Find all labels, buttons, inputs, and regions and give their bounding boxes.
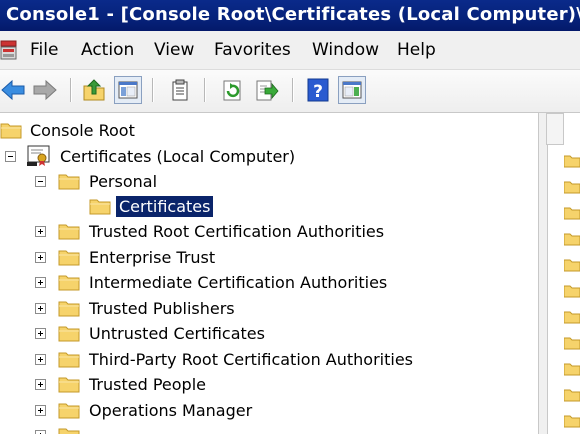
mmc-console-icon[interactable] — [0, 39, 18, 61]
folder-icon — [58, 401, 80, 419]
tree-item-label: Enterprise Trust — [89, 248, 216, 267]
scrollbar-top[interactable] — [546, 113, 564, 145]
tree-item-label: Trusted People — [89, 375, 206, 394]
tree-item-label: Operations Manager — [89, 401, 253, 420]
expand-toggle[interactable] — [35, 328, 46, 339]
folder-icon — [564, 361, 580, 376]
folder-icon — [58, 299, 80, 317]
export-list-icon[interactable] — [252, 76, 280, 104]
folder-icon — [564, 335, 580, 350]
folder-icon — [564, 257, 580, 272]
tree-item-partial[interactable] — [0, 423, 538, 434]
tree-item-label: Intermediate Certification Authorities — [89, 273, 388, 292]
menu-help[interactable]: Help — [397, 40, 436, 60]
menu-window[interactable]: Window — [312, 40, 379, 60]
window-title: Console1 - [Console Root\Certificates (L… — [6, 4, 580, 25]
tree-item-untrusted-certificates[interactable]: Untrusted Certificates — [0, 321, 538, 347]
tree-item-label: Trusted Root Certification Authorities — [89, 222, 385, 241]
tree-item-label: Personal — [89, 172, 158, 191]
expand-toggle[interactable] — [35, 354, 46, 365]
expand-toggle[interactable] — [35, 303, 46, 314]
folder-icon — [58, 248, 80, 266]
folder-icon — [564, 153, 580, 168]
toolbar: ? — [0, 70, 580, 113]
tree-item-enterprise-trust[interactable]: Enterprise Trust — [0, 245, 538, 271]
folder-icon — [564, 309, 580, 324]
expand-toggle[interactable] — [35, 379, 46, 390]
folder-icon — [58, 273, 80, 291]
toolbar-separator — [152, 78, 154, 102]
menu-favorites[interactable]: Favorites — [214, 40, 291, 60]
folder-icon — [0, 121, 22, 139]
tree-item-label: Trusted Publishers — [89, 299, 235, 318]
folder-icon — [564, 413, 580, 428]
folder-icon — [58, 375, 80, 393]
tree-item-third-party-root-certification-authorities[interactable]: Third-Party Root Certification Authoriti… — [0, 347, 538, 373]
results-pane[interactable] — [564, 113, 580, 434]
tree-item-trusted-people[interactable]: Trusted People — [0, 372, 538, 398]
pane-splitter[interactable] — [538, 113, 548, 434]
refresh-icon[interactable] — [218, 76, 246, 104]
expand-toggle[interactable] — [35, 252, 46, 263]
expand-toggle[interactable] — [35, 277, 46, 288]
tree-item-label-selected: Certificates — [116, 196, 214, 217]
tree-item-certificates[interactable]: Certificates — [0, 194, 538, 220]
show-hide-action-pane-icon[interactable] — [338, 76, 366, 104]
show-hide-console-tree-icon[interactable] — [114, 76, 142, 104]
tree-item-trusted-publishers[interactable]: Trusted Publishers — [0, 296, 538, 322]
folder-icon — [564, 179, 580, 194]
tree-item-personal[interactable]: Personal — [0, 169, 538, 195]
tree-item-certificates-local-computer[interactable]: Certificates (Local Computer) — [0, 144, 538, 170]
menu-bar: File Action View Favorites Window Help — [0, 31, 580, 70]
folder-icon — [58, 350, 80, 368]
folder-icon — [58, 426, 80, 434]
folder-icon — [89, 197, 111, 215]
tree-item-label: Console Root — [30, 121, 135, 140]
certificate-snapin-icon — [27, 145, 51, 167]
collapse-toggle[interactable] — [35, 176, 46, 187]
svg-text:?: ? — [313, 82, 323, 102]
toolbar-separator — [70, 78, 72, 102]
console-tree[interactable]: Console Root Certificates (Local Compute… — [0, 113, 538, 434]
back-icon[interactable] — [0, 76, 28, 104]
folder-icon — [564, 387, 580, 402]
expand-toggle[interactable] — [35, 226, 46, 237]
tree-item-label: Certificates (Local Computer) — [60, 147, 296, 166]
folder-icon — [564, 283, 580, 298]
help-icon[interactable]: ? — [304, 76, 332, 104]
menu-file[interactable]: File — [30, 40, 58, 60]
tree-item-console-root[interactable]: Console Root — [0, 118, 538, 144]
properties-icon[interactable] — [166, 76, 194, 104]
menu-action[interactable]: Action — [81, 40, 134, 60]
folder-icon — [58, 222, 80, 240]
expand-toggle[interactable] — [35, 430, 46, 434]
tree-item-intermediate-certification-authorities[interactable]: Intermediate Certification Authorities — [0, 270, 538, 296]
tree-item-label: Third-Party Root Certification Authoriti… — [89, 350, 413, 369]
folder-icon — [564, 205, 580, 220]
folder-icon — [564, 231, 580, 246]
title-bar[interactable]: Console1 - [Console Root\Certificates (L… — [0, 0, 580, 31]
forward-icon[interactable] — [30, 76, 58, 104]
expand-toggle[interactable] — [35, 405, 46, 416]
folder-icon — [58, 172, 80, 190]
toolbar-separator — [204, 78, 206, 102]
toolbar-separator — [292, 78, 294, 102]
collapse-toggle[interactable] — [5, 151, 16, 162]
up-one-level-icon[interactable] — [80, 76, 108, 104]
menu-view[interactable]: View — [154, 40, 194, 60]
tree-item-label: Untrusted Certificates — [89, 324, 265, 343]
tree-item-trusted-root-certification-authorities[interactable]: Trusted Root Certification Authorities — [0, 219, 538, 245]
folder-icon — [58, 324, 80, 342]
tree-item-operations-manager[interactable]: Operations Manager — [0, 398, 538, 424]
